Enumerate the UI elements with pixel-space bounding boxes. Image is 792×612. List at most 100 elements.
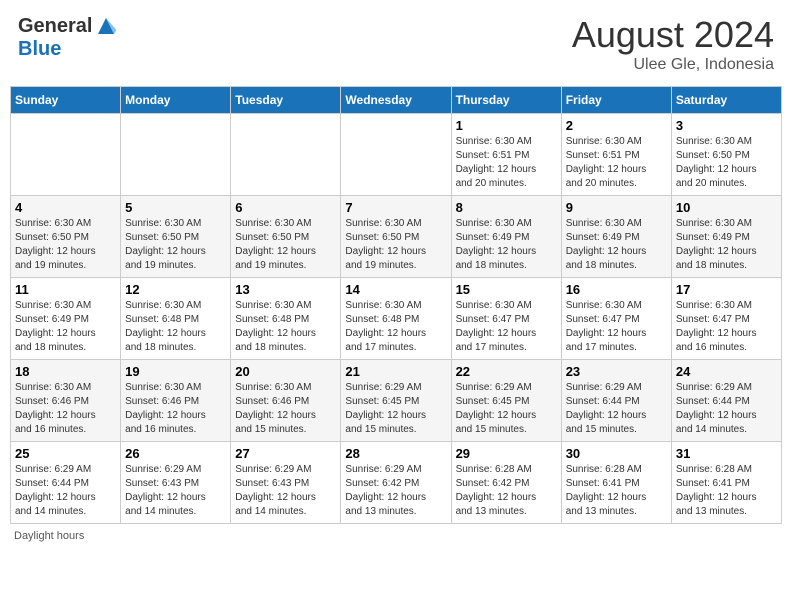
calendar-week-row: 11 Sunrise: 6:30 AM Sunset: 6:49 PM Dayli… bbox=[11, 278, 782, 360]
day-number: 2 bbox=[566, 118, 667, 133]
day-info: Sunrise: 6:29 AM Sunset: 6:42 PM Dayligh… bbox=[345, 463, 446, 519]
day-number: 23 bbox=[566, 364, 667, 379]
day-info: Sunrise: 6:28 AM Sunset: 6:42 PM Dayligh… bbox=[456, 463, 557, 519]
logo-icon bbox=[94, 14, 118, 38]
calendar-cell: 31 Sunrise: 6:28 AM Sunset: 6:41 PM Dayli… bbox=[671, 442, 781, 524]
calendar-cell: 3 Sunrise: 6:30 AM Sunset: 6:50 PM Daylig… bbox=[671, 114, 781, 196]
day-info: Sunrise: 6:30 AM Sunset: 6:48 PM Dayligh… bbox=[125, 299, 226, 355]
day-number: 22 bbox=[456, 364, 557, 379]
day-number: 29 bbox=[456, 446, 557, 461]
day-info: Sunrise: 6:30 AM Sunset: 6:50 PM Dayligh… bbox=[676, 135, 777, 191]
day-number: 11 bbox=[15, 282, 116, 297]
day-number: 24 bbox=[676, 364, 777, 379]
calendar-cell: 13Sunrise: 6:30 AM Sunset: 6:48 PM Dayli… bbox=[231, 278, 341, 360]
day-info: Sunrise: 6:30 AM Sunset: 6:49 PM Dayligh… bbox=[15, 299, 116, 355]
day-number: 1 bbox=[456, 118, 557, 133]
day-info: Sunrise: 6:30 AM Sunset: 6:48 PM Dayligh… bbox=[235, 299, 336, 355]
day-info: Sunrise: 6:29 AM Sunset: 6:45 PM Dayligh… bbox=[456, 381, 557, 437]
day-number: 25 bbox=[15, 446, 116, 461]
day-number: 15 bbox=[456, 282, 557, 297]
day-number: 9 bbox=[566, 200, 667, 215]
day-info: Sunrise: 6:30 AM Sunset: 6:47 PM Dayligh… bbox=[676, 299, 777, 355]
calendar-cell bbox=[231, 114, 341, 196]
day-info: Sunrise: 6:30 AM Sunset: 6:49 PM Dayligh… bbox=[456, 217, 557, 273]
calendar-cell: 7 Sunrise: 6:30 AM Sunset: 6:50 PM Daylig… bbox=[341, 196, 451, 278]
calendar-cell bbox=[121, 114, 231, 196]
calendar-cell: 30 Sunrise: 6:28 AM Sunset: 6:41 PM Dayli… bbox=[561, 442, 671, 524]
day-info: Sunrise: 6:30 AM Sunset: 6:47 PM Dayligh… bbox=[456, 299, 557, 355]
calendar-cell: 22 Sunrise: 6:29 AM Sunset: 6:45 PM Dayli… bbox=[451, 360, 561, 442]
calendar-day-header: Wednesday bbox=[341, 87, 451, 114]
day-number: 30 bbox=[566, 446, 667, 461]
page-header: General Blue August 2024 Ulee Gle, Indon… bbox=[10, 10, 782, 78]
day-number: 4 bbox=[15, 200, 116, 215]
calendar-cell: 29 Sunrise: 6:28 AM Sunset: 6:42 PM Dayli… bbox=[451, 442, 561, 524]
calendar-cell: 16 Sunrise: 6:30 AM Sunset: 6:47 PM Dayli… bbox=[561, 278, 671, 360]
month-year-title: August 2024 bbox=[572, 14, 774, 56]
day-number: 8 bbox=[456, 200, 557, 215]
day-info: Sunrise: 6:29 AM Sunset: 6:44 PM Dayligh… bbox=[15, 463, 116, 519]
calendar-cell: 14Sunrise: 6:30 AM Sunset: 6:48 PM Dayli… bbox=[341, 278, 451, 360]
calendar-day-header: Tuesday bbox=[231, 87, 341, 114]
footer-note: Daylight hours bbox=[10, 530, 782, 542]
day-number: 6 bbox=[235, 200, 336, 215]
calendar-cell: 2 Sunrise: 6:30 AM Sunset: 6:51 PM Daylig… bbox=[561, 114, 671, 196]
day-number: 7 bbox=[345, 200, 446, 215]
calendar-week-row: 18Sunrise: 6:30 AM Sunset: 6:46 PM Dayli… bbox=[11, 360, 782, 442]
day-info: Sunrise: 6:30 AM Sunset: 6:50 PM Dayligh… bbox=[345, 217, 446, 273]
calendar-header-row: SundayMondayTuesdayWednesdayThursdayFrid… bbox=[11, 87, 782, 114]
day-info: Sunrise: 6:28 AM Sunset: 6:41 PM Dayligh… bbox=[676, 463, 777, 519]
calendar-cell: 17Sunrise: 6:30 AM Sunset: 6:47 PM Dayli… bbox=[671, 278, 781, 360]
day-info: Sunrise: 6:30 AM Sunset: 6:49 PM Dayligh… bbox=[566, 217, 667, 273]
calendar-day-header: Saturday bbox=[671, 87, 781, 114]
logo-blue-text: Blue bbox=[18, 38, 61, 61]
day-info: Sunrise: 6:30 AM Sunset: 6:50 PM Dayligh… bbox=[125, 217, 226, 273]
calendar-cell: 21Sunrise: 6:29 AM Sunset: 6:45 PM Dayli… bbox=[341, 360, 451, 442]
calendar-cell: 23Sunrise: 6:29 AM Sunset: 6:44 PM Dayli… bbox=[561, 360, 671, 442]
calendar-cell: 26Sunrise: 6:29 AM Sunset: 6:43 PM Dayli… bbox=[121, 442, 231, 524]
day-number: 31 bbox=[676, 446, 777, 461]
calendar-cell: 20Sunrise: 6:30 AM Sunset: 6:46 PM Dayli… bbox=[231, 360, 341, 442]
calendar-day-header: Thursday bbox=[451, 87, 561, 114]
day-info: Sunrise: 6:30 AM Sunset: 6:47 PM Dayligh… bbox=[566, 299, 667, 355]
calendar-week-row: 25 Sunrise: 6:29 AM Sunset: 6:44 PM Dayli… bbox=[11, 442, 782, 524]
day-info: Sunrise: 6:30 AM Sunset: 6:49 PM Dayligh… bbox=[676, 217, 777, 273]
day-number: 28 bbox=[345, 446, 446, 461]
calendar-day-header: Monday bbox=[121, 87, 231, 114]
calendar-cell: 5 Sunrise: 6:30 AM Sunset: 6:50 PM Daylig… bbox=[121, 196, 231, 278]
calendar-cell: 10Sunrise: 6:30 AM Sunset: 6:49 PM Dayli… bbox=[671, 196, 781, 278]
logo: General Blue bbox=[18, 14, 118, 61]
calendar-cell: 28 Sunrise: 6:29 AM Sunset: 6:42 PM Dayli… bbox=[341, 442, 451, 524]
calendar-cell: 4 Sunrise: 6:30 AM Sunset: 6:50 PM Daylig… bbox=[11, 196, 121, 278]
day-info: Sunrise: 6:30 AM Sunset: 6:48 PM Dayligh… bbox=[345, 299, 446, 355]
calendar-cell: 6 Sunrise: 6:30 AM Sunset: 6:50 PM Daylig… bbox=[231, 196, 341, 278]
day-info: Sunrise: 6:30 AM Sunset: 6:51 PM Dayligh… bbox=[566, 135, 667, 191]
day-info: Sunrise: 6:30 AM Sunset: 6:51 PM Dayligh… bbox=[456, 135, 557, 191]
calendar-day-header: Sunday bbox=[11, 87, 121, 114]
day-number: 21 bbox=[345, 364, 446, 379]
day-number: 26 bbox=[125, 446, 226, 461]
day-number: 19 bbox=[125, 364, 226, 379]
location-subtitle: Ulee Gle, Indonesia bbox=[572, 56, 774, 74]
day-number: 3 bbox=[676, 118, 777, 133]
calendar-cell: 11 Sunrise: 6:30 AM Sunset: 6:49 PM Dayli… bbox=[11, 278, 121, 360]
day-info: Sunrise: 6:28 AM Sunset: 6:41 PM Dayligh… bbox=[566, 463, 667, 519]
day-number: 5 bbox=[125, 200, 226, 215]
day-info: Sunrise: 6:29 AM Sunset: 6:43 PM Dayligh… bbox=[235, 463, 336, 519]
calendar-cell bbox=[11, 114, 121, 196]
day-info: Sunrise: 6:30 AM Sunset: 6:50 PM Dayligh… bbox=[235, 217, 336, 273]
day-info: Sunrise: 6:30 AM Sunset: 6:46 PM Dayligh… bbox=[125, 381, 226, 437]
calendar-cell: 27Sunrise: 6:29 AM Sunset: 6:43 PM Dayli… bbox=[231, 442, 341, 524]
day-number: 20 bbox=[235, 364, 336, 379]
day-number: 16 bbox=[566, 282, 667, 297]
day-info: Sunrise: 6:30 AM Sunset: 6:50 PM Dayligh… bbox=[15, 217, 116, 273]
calendar-cell: 25 Sunrise: 6:29 AM Sunset: 6:44 PM Dayli… bbox=[11, 442, 121, 524]
calendar-cell: 19 Sunrise: 6:30 AM Sunset: 6:46 PM Dayli… bbox=[121, 360, 231, 442]
calendar-cell: 24 Sunrise: 6:29 AM Sunset: 6:44 PM Dayli… bbox=[671, 360, 781, 442]
day-info: Sunrise: 6:29 AM Sunset: 6:44 PM Dayligh… bbox=[676, 381, 777, 437]
calendar-week-row: 4 Sunrise: 6:30 AM Sunset: 6:50 PM Daylig… bbox=[11, 196, 782, 278]
day-number: 12 bbox=[125, 282, 226, 297]
calendar-cell: 12 Sunrise: 6:30 AM Sunset: 6:48 PM Dayli… bbox=[121, 278, 231, 360]
calendar-cell: 1 Sunrise: 6:30 AM Sunset: 6:51 PM Daylig… bbox=[451, 114, 561, 196]
calendar-week-row: 1 Sunrise: 6:30 AM Sunset: 6:51 PM Daylig… bbox=[11, 114, 782, 196]
